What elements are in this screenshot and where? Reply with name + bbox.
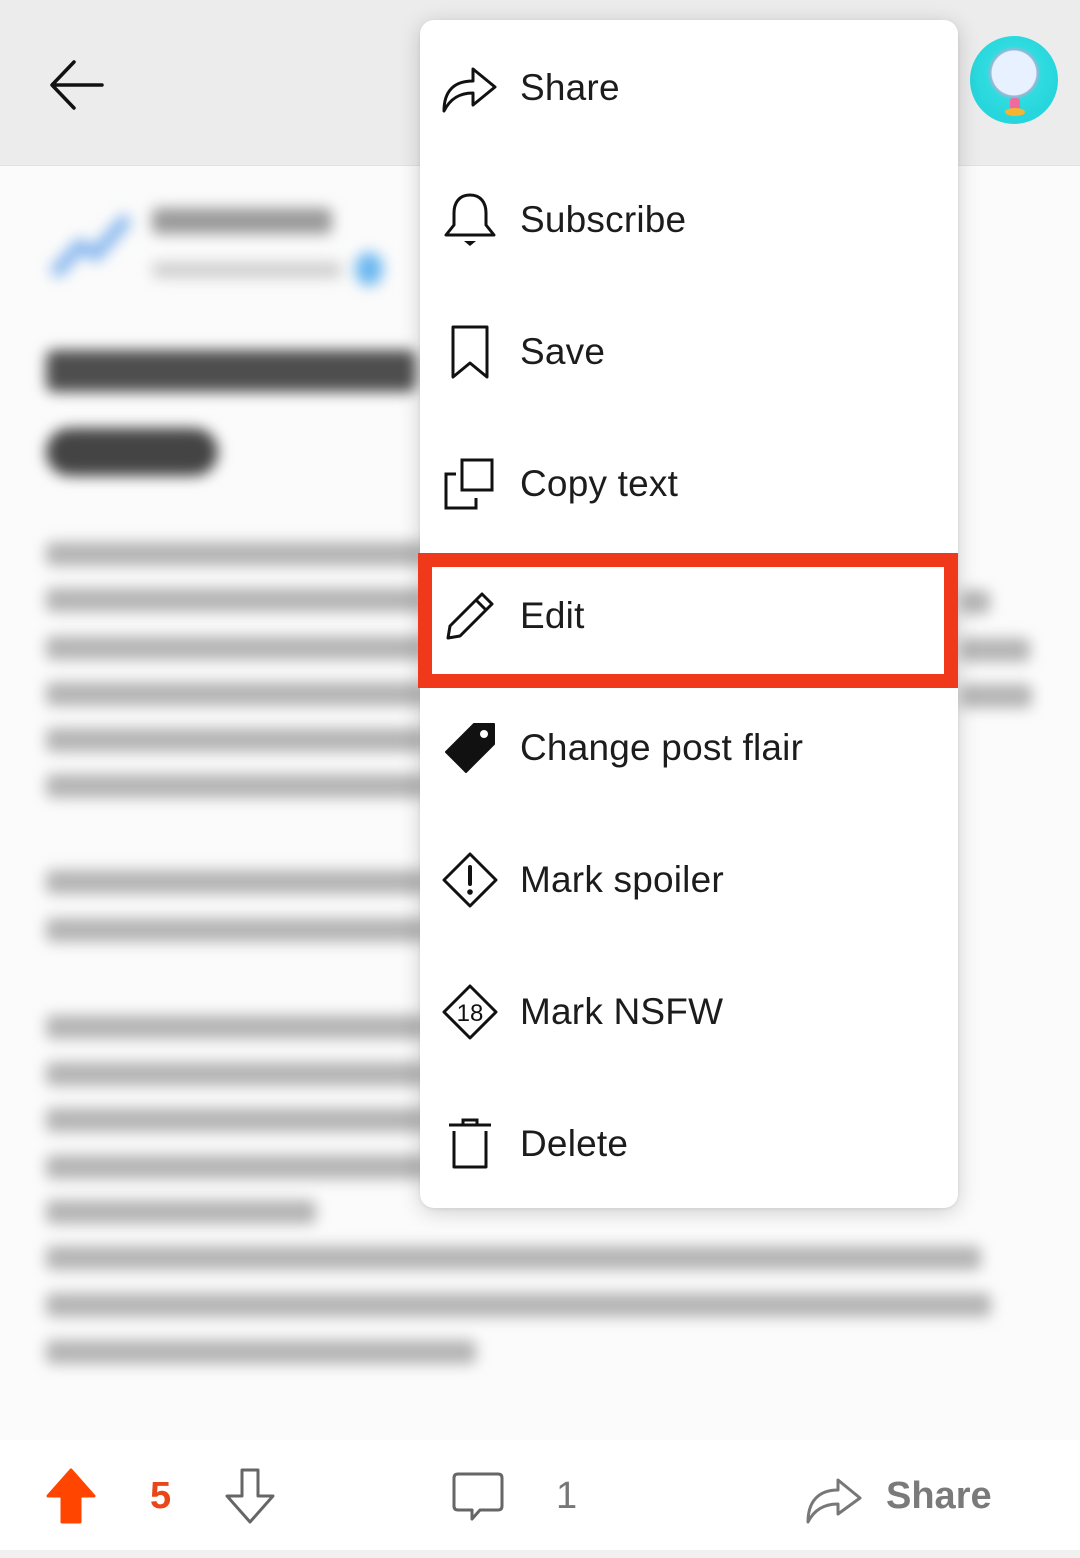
menu-item-label: Mark spoiler bbox=[520, 859, 724, 900]
downvote-button[interactable] bbox=[222, 1460, 278, 1532]
body-line bbox=[46, 1155, 426, 1179]
menu-item-delete[interactable]: Delete bbox=[420, 1078, 958, 1210]
menu-item-save[interactable]: Save bbox=[420, 286, 958, 418]
comments-button[interactable]: 1 bbox=[450, 1460, 577, 1532]
body-line bbox=[46, 682, 426, 706]
menu-item-label: Share bbox=[520, 67, 620, 108]
menu-item-mark-nsfw[interactable]: 18 Mark NSFW bbox=[420, 946, 958, 1078]
body-line bbox=[46, 1108, 426, 1132]
tag-icon bbox=[440, 718, 500, 778]
share-arrow-icon bbox=[440, 58, 500, 118]
body-line bbox=[46, 1246, 981, 1270]
menu-item-label: Delete bbox=[520, 1123, 629, 1164]
downvote-arrow-icon bbox=[225, 1468, 275, 1524]
body-line bbox=[46, 1200, 316, 1224]
bookmark-icon bbox=[440, 322, 500, 382]
vote-count-text: 5 bbox=[150, 1474, 172, 1517]
nsfw-18-icon: 18 bbox=[440, 982, 500, 1042]
body-line bbox=[46, 1293, 991, 1317]
body-line bbox=[46, 1062, 426, 1086]
upvote-arrow-icon bbox=[46, 1468, 96, 1524]
menu-item-label: Edit bbox=[520, 595, 585, 636]
menu-item-mark-spoiler[interactable]: Mark spoiler bbox=[420, 814, 958, 946]
body-line bbox=[46, 588, 426, 612]
menu-item-edit[interactable]: Edit bbox=[420, 550, 958, 682]
post-author-meta bbox=[152, 262, 342, 278]
body-line bbox=[46, 1015, 426, 1039]
share-button[interactable]: Share bbox=[804, 1460, 992, 1532]
body-line bbox=[46, 542, 426, 566]
menu-item-label: Save bbox=[520, 331, 606, 372]
menu-item-label: Subscribe bbox=[520, 199, 687, 240]
back-button[interactable] bbox=[44, 52, 110, 118]
post-options-menu: Share Subscribe Save Copy text Edit Chan… bbox=[420, 20, 958, 1208]
share-arrow-icon bbox=[806, 1478, 862, 1524]
post-flair bbox=[46, 428, 218, 476]
pencil-icon bbox=[440, 586, 500, 646]
comment-bubble-icon bbox=[452, 1472, 504, 1521]
arrow-left-icon bbox=[50, 60, 104, 110]
subreddit-name bbox=[152, 208, 332, 234]
vote-count: 5 bbox=[150, 1460, 171, 1532]
body-line bbox=[960, 684, 1032, 708]
menu-item-change-post-flair[interactable]: Change post flair bbox=[420, 682, 958, 814]
menu-item-subscribe[interactable]: Subscribe bbox=[420, 154, 958, 286]
menu-item-share[interactable]: Share bbox=[420, 22, 958, 154]
menu-item-label: Change post flair bbox=[520, 727, 804, 768]
comment-count: 1 bbox=[556, 1474, 578, 1517]
bell-icon bbox=[440, 190, 500, 250]
body-line bbox=[46, 636, 426, 660]
svg-text:18: 18 bbox=[457, 1000, 484, 1027]
upvote-button[interactable] bbox=[44, 1460, 98, 1532]
trash-icon bbox=[440, 1114, 500, 1174]
join-badge bbox=[355, 252, 383, 286]
body-line bbox=[46, 1340, 476, 1364]
menu-item-copy-text[interactable]: Copy text bbox=[420, 418, 958, 550]
menu-item-label: Copy text bbox=[520, 463, 679, 504]
body-line bbox=[46, 774, 426, 798]
body-line bbox=[46, 870, 426, 894]
spoiler-diamond-icon bbox=[440, 850, 500, 910]
body-line bbox=[46, 728, 426, 752]
user-avatar[interactable] bbox=[970, 36, 1058, 124]
share-label: Share bbox=[886, 1474, 992, 1517]
body-line bbox=[46, 918, 426, 942]
menu-item-label: Mark NSFW bbox=[520, 991, 724, 1032]
body-line bbox=[960, 638, 1030, 662]
post-title bbox=[46, 350, 416, 392]
copy-icon bbox=[440, 454, 500, 514]
post-action-bar: 5 1 Share bbox=[0, 1440, 1080, 1550]
body-line bbox=[960, 590, 990, 614]
avatar-detail bbox=[1005, 108, 1025, 116]
subreddit-icon bbox=[51, 215, 130, 277]
bottom-edge bbox=[0, 1550, 1080, 1558]
